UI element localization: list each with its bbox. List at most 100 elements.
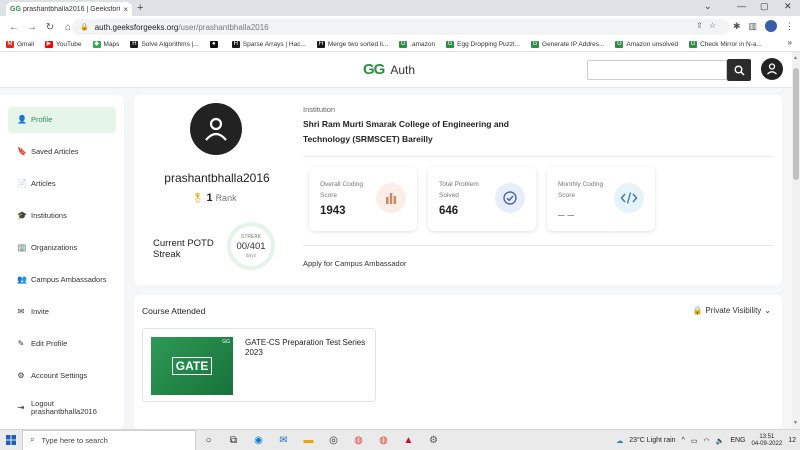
chrome-icon[interactable]: ◍ [346, 430, 371, 450]
scroll-down-icon[interactable]: ▼ [793, 420, 798, 426]
sidebar-item-label: Logout prashantbhalla2016 [31, 399, 97, 416]
sidebar-item-label: Articles [31, 179, 56, 188]
scroll-up-icon[interactable]: ▲ [793, 55, 798, 61]
sidebar-item-organizations[interactable]: 🏢 Organizations [8, 235, 116, 261]
bookmark-label: Amazon unsolved [626, 41, 679, 48]
acrobat-icon[interactable]: ▲ [396, 430, 421, 450]
bookmark-label: Merge two sorted li... [327, 41, 389, 48]
scrollbar-thumb[interactable] [793, 68, 799, 180]
stat-value: 646 [439, 205, 459, 217]
bookmark-favicon-icon: H [316, 41, 325, 48]
user-account-button[interactable] [761, 58, 783, 80]
sidebar-item-label: Organizations [31, 243, 78, 252]
campus-icon: 👥 [17, 275, 27, 284]
bookmark-item[interactable]: G Check Mirror in N-a... [689, 41, 762, 48]
gfg-small-logo-icon: GG [222, 339, 230, 345]
course-thumb-text: GATE [171, 357, 213, 375]
sidebar-item-articles[interactable]: 📄 Articles [8, 171, 116, 197]
bookmark-item[interactable]: ● [209, 41, 221, 48]
forward-icon[interactable]: → [24, 22, 40, 33]
wifi-icon[interactable]: ◠ [704, 437, 710, 445]
settings-icon[interactable]: ⚙ [421, 430, 446, 450]
visibility-dropdown[interactable]: 🔒 Private Visibility ⌄ [692, 306, 771, 315]
apply-campus-ambassador-link[interactable]: Apply for Campus Ambassador [303, 259, 406, 268]
reload-icon[interactable]: ↻ [42, 22, 58, 33]
language-indicator[interactable]: ENG [730, 437, 745, 444]
clock[interactable]: 13:51 04-09-2022 [752, 434, 783, 448]
tray-chevron-icon[interactable]: ^ [682, 437, 685, 444]
sidebar-item-profile[interactable]: 👤 Profile [8, 107, 116, 133]
lock-icon[interactable]: 🔒 [80, 23, 89, 31]
profile-username: prashantbhalla2016 [164, 171, 270, 185]
weather-text[interactable]: 23°C Light rain [629, 437, 675, 444]
search-icon: ⌕ [30, 435, 35, 444]
sidebar-item-invite[interactable]: ✉ Invite [8, 299, 116, 325]
streak-value: 00/401 [236, 240, 266, 252]
visibility-label: Private Visibility [705, 306, 762, 315]
stat-label: Monthly Coding Score [558, 181, 604, 199]
sidebar-item-label: Campus Ambassadors [31, 275, 107, 284]
sidebar-item-institutions[interactable]: 🎓 Institutions [8, 203, 116, 229]
sidebar-item-saved[interactable]: 🔖 Saved Articles [8, 139, 116, 165]
bookmark-item[interactable]: G .amazon [399, 41, 435, 48]
share-icon[interactable]: ⇪ [696, 21, 709, 30]
side-panel-icon[interactable]: ▥ [748, 21, 757, 32]
bookmarks-more-icon[interactable]: » [788, 38, 792, 47]
page-scrollbar[interactable]: ▲ ▼ [792, 52, 800, 429]
network-icon[interactable]: ▭ [691, 437, 698, 445]
bookmark-item[interactable]: H Solve Algorithms |... [130, 41, 199, 48]
sidebar-item-account[interactable]: ⚙ Account Settings [8, 363, 116, 389]
file-explorer-icon[interactable]: ▬ [296, 430, 321, 450]
sidebar-item-edit[interactable]: ✎ Edit Profile [8, 331, 116, 357]
dell-icon[interactable]: ◎ [321, 430, 346, 450]
mail-icon[interactable]: ✉ [271, 430, 296, 450]
browser-profile-avatar[interactable] [765, 20, 777, 32]
institution-name[interactable]: Shri Ram Murti Smarak College of Enginee… [303, 117, 533, 147]
tab-search-icon[interactable]: ⌄ [704, 1, 712, 12]
bookmark-item[interactable]: H Sparse Arrays | Hac... [231, 41, 306, 48]
sidebar-item-logout[interactable]: ⇥ Logout prashantbhalla2016 [8, 395, 116, 421]
search-input[interactable] [587, 60, 727, 80]
new-tab-button[interactable]: + [137, 2, 143, 14]
bookmark-item[interactable]: G Amazon unsolved [615, 41, 678, 48]
institution-label: Institution [303, 105, 336, 114]
browser-tab[interactable]: GG prashantbhalla2016 | GeeksforGe × [6, 2, 132, 16]
close-window-button[interactable]: ✕ [784, 1, 792, 12]
volume-icon[interactable]: 🔈 [716, 437, 725, 445]
taskbar-search[interactable]: ⌕ Type here to search [22, 429, 196, 450]
page-content: GG Auth 👤 Profile 🔖 Saved Articles 📄 Articles… [0, 52, 792, 429]
address-bar[interactable]: 🔒 auth.geeksforgeeks.org/user/prashantbh… [72, 19, 730, 35]
chrome-profile-icon[interactable]: ◍ [371, 430, 396, 450]
extensions-icon[interactable]: ✱ [733, 21, 741, 32]
clock-time: 13:51 [759, 433, 775, 440]
weather-icon: ☁ [616, 437, 624, 445]
maximize-button[interactable]: ▢ [760, 1, 769, 12]
bookmark-item[interactable]: ▶ YouTube [44, 41, 82, 48]
profile-picture [190, 103, 242, 155]
browser-menu-icon[interactable]: ⋮ [785, 21, 794, 32]
cortana-icon[interactable]: ○ [196, 430, 221, 450]
windows-start-button[interactable] [0, 430, 22, 450]
sidebar-item-label: Account Settings [31, 371, 88, 380]
profile-icon: 👤 [17, 115, 27, 124]
sidebar-item-campus[interactable]: 👥 Campus Ambassadors [8, 267, 116, 293]
back-icon[interactable]: ← [6, 22, 22, 33]
bookmark-item[interactable]: ◆ Maps [92, 41, 119, 48]
bookmark-item[interactable]: G Generate IP Addres... [531, 41, 604, 48]
notifications-icon[interactable]: 12 [788, 437, 796, 444]
tab-close-icon[interactable]: × [123, 5, 128, 14]
task-view-icon[interactable]: ⧉ [221, 430, 246, 450]
bookmark-star-icon[interactable]: ☆ [709, 21, 722, 30]
course-item[interactable]: GG GATE GATE-CS Preparation Test Series … [142, 328, 376, 402]
bookmark-label: Generate IP Addres... [542, 41, 605, 48]
stat-label: Overall Coding Score [320, 181, 363, 199]
search-button[interactable] [727, 59, 751, 81]
rank-label: Rank [215, 193, 237, 203]
minimize-button[interactable]: — [737, 1, 746, 11]
bookmark-item[interactable]: G Egg Dropping Puzzl... [446, 41, 520, 48]
bookmark-item[interactable]: H Merge two sorted li... [316, 41, 389, 48]
edge-icon[interactable]: ◉ [246, 430, 271, 450]
gfg-logo[interactable]: GG Auth [363, 61, 415, 78]
bookmark-item[interactable]: M Gmail [6, 41, 34, 48]
bookmark-favicon-icon: G [531, 41, 540, 48]
